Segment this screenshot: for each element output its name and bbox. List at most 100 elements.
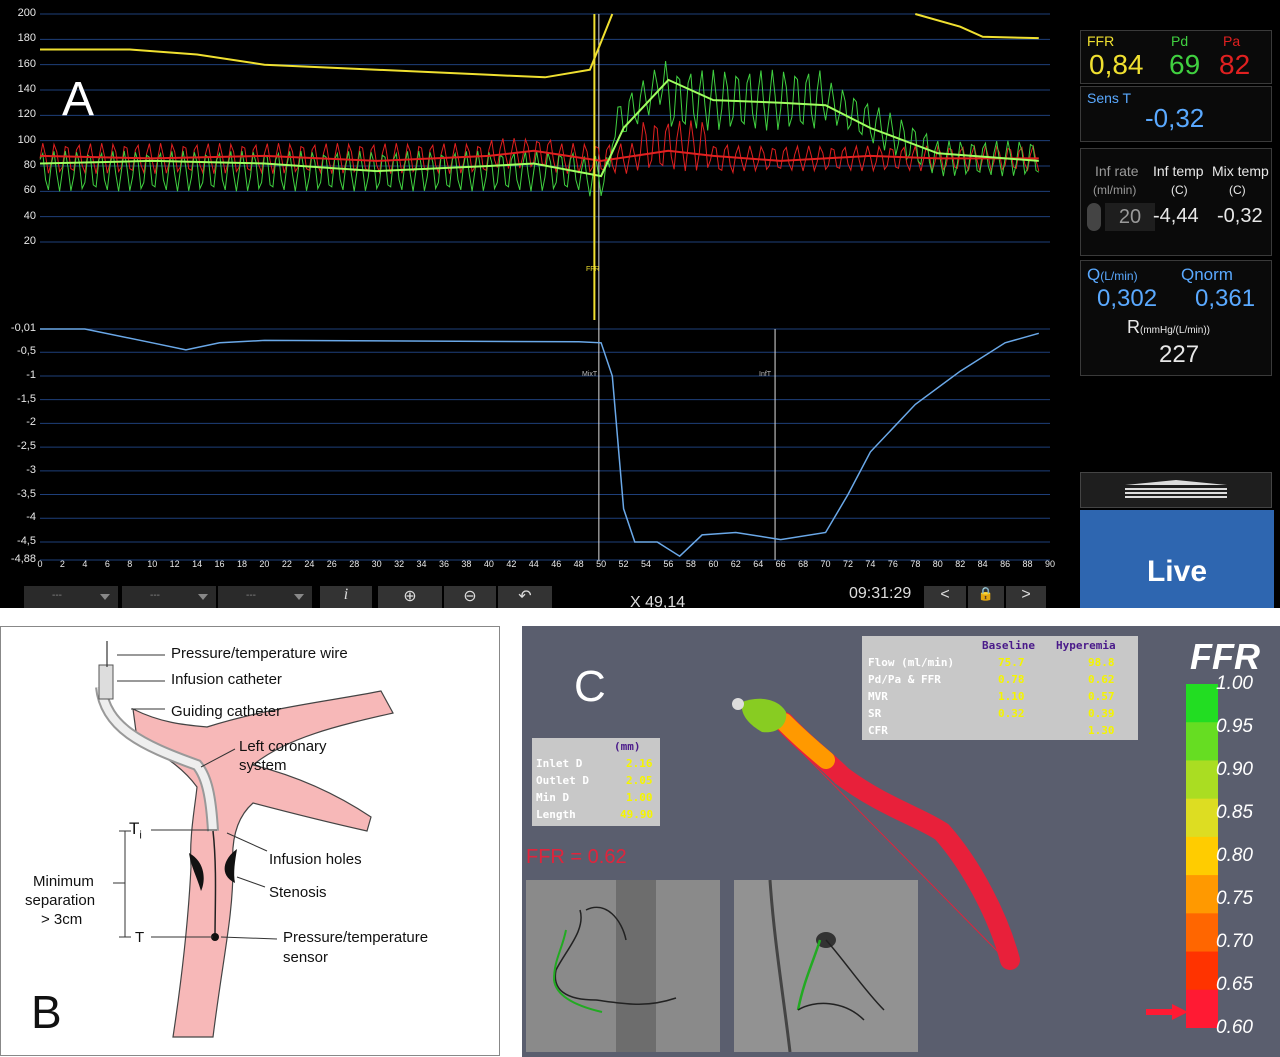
cursor-readout: X 49,14 bbox=[630, 594, 686, 611]
dropdown-3[interactable]: --- bbox=[218, 586, 312, 608]
x-tick-label: 44 bbox=[528, 559, 539, 569]
lock-button[interactable]: 🔒 bbox=[968, 586, 1004, 608]
scale-tick-label: 1.00 bbox=[1216, 673, 1253, 694]
y-tick-label: 140 bbox=[17, 83, 36, 95]
lock-icon: 🔒 bbox=[977, 586, 995, 601]
infusion-catheter-hub bbox=[98, 664, 114, 700]
scale-title: FFR bbox=[1190, 636, 1260, 677]
wire-label: Pressure/temperature wire bbox=[171, 645, 348, 662]
r-value: 227 bbox=[1159, 341, 1200, 368]
infusion-holes-label: Infusion holes bbox=[269, 851, 362, 868]
inf-rate-unit: (ml/min) bbox=[1093, 183, 1137, 197]
zoom-in-button[interactable]: ⊕ bbox=[378, 586, 442, 608]
panel-a-label: A bbox=[62, 73, 95, 126]
scale-tick-label: 0.90 bbox=[1216, 759, 1253, 780]
zoom-in-icon: ⊕ bbox=[403, 588, 417, 605]
q-unit: (L/min) bbox=[1100, 269, 1138, 283]
next-button[interactable]: > bbox=[1006, 586, 1046, 608]
x-tick-label: 14 bbox=[192, 559, 203, 569]
infusion-catheter-label: Infusion catheter bbox=[171, 671, 282, 688]
sensor-label-1: Pressure/temperature bbox=[283, 929, 429, 946]
expand-arrow-icon bbox=[1125, 480, 1227, 498]
x-tick-label: 36 bbox=[438, 559, 449, 569]
flow-resistance-box: Q(L/min) Qnorm 0,302 0,361 R(mmHg/(L/min… bbox=[1080, 260, 1272, 376]
scale-segment bbox=[1186, 951, 1218, 991]
x-tick-label: 80 bbox=[932, 559, 943, 569]
inf-marker-label: InfT bbox=[759, 371, 772, 378]
y-tick-label: -0,5 bbox=[17, 345, 36, 358]
previous-button[interactable]: < bbox=[924, 586, 966, 608]
x-tick-label: 86 bbox=[1000, 559, 1011, 569]
scale-tick-label: 0.70 bbox=[1216, 931, 1253, 952]
ti-subscript: i bbox=[139, 829, 142, 842]
mix-marker-label: MixT bbox=[582, 371, 598, 378]
expand-panel-button[interactable] bbox=[1080, 472, 1272, 508]
chevron-down-icon bbox=[294, 594, 304, 600]
min-separation-label-3: > 3cm bbox=[41, 911, 83, 928]
x-tick-label: 58 bbox=[685, 559, 696, 569]
sens-t-value: -0,32 bbox=[1145, 103, 1205, 133]
x-tick-label: 88 bbox=[1022, 559, 1033, 569]
live-button[interactable]: Live bbox=[1080, 510, 1274, 608]
min-separation-label-2: separation bbox=[25, 892, 96, 909]
t-label: T bbox=[135, 929, 145, 946]
stenosis-label: Stenosis bbox=[269, 884, 327, 901]
x-tick-label: 16 bbox=[214, 559, 225, 569]
y-tick-label: 120 bbox=[17, 108, 36, 121]
panel-a-monitor: 200 180 160 140 120 100 80 60 40 20 -0,01 -0,5 -1 -1,… bbox=[0, 0, 1280, 611]
x-tick-label: 62 bbox=[730, 559, 741, 569]
x-tick-label: 34 bbox=[416, 559, 427, 569]
inf-rate-label: Inf rate bbox=[1095, 163, 1139, 179]
x-tick-label: 90 bbox=[1044, 559, 1055, 569]
pd-label: Pd bbox=[1171, 33, 1189, 49]
temperature-trace bbox=[40, 328, 1040, 558]
ti-label: Ti bbox=[129, 819, 142, 841]
scale-segment bbox=[1186, 760, 1218, 800]
x-tick-label: 6 bbox=[104, 559, 110, 569]
left-coronary-label-2: system bbox=[239, 757, 287, 774]
dropdown-3-value: --- bbox=[246, 590, 256, 601]
scale-segment bbox=[1186, 684, 1218, 723]
r-label-text: R bbox=[1127, 317, 1140, 337]
x-tick-label: 10 bbox=[147, 559, 158, 569]
inf-rate-stepper[interactable] bbox=[1087, 203, 1101, 231]
y-tick-label: 20 bbox=[23, 235, 36, 247]
inf-temp-label: Inf temp bbox=[1153, 163, 1204, 179]
pd-value: 69 bbox=[1169, 49, 1201, 80]
inf-rate-input[interactable]: 20 bbox=[1105, 203, 1155, 231]
pd-mean-trace bbox=[39, 78, 1039, 178]
info-button[interactable]: i bbox=[320, 586, 372, 608]
scale-tick-label: 0.65 bbox=[1216, 974, 1253, 995]
undo-button[interactable]: ↶ bbox=[498, 586, 552, 608]
x-tick-label: 76 bbox=[887, 559, 898, 569]
x-tick-label: 2 bbox=[59, 559, 65, 569]
scale-tick-label: 0.85 bbox=[1216, 802, 1253, 823]
x-tick-label: 48 bbox=[573, 559, 584, 569]
mix-temp-label: Mix temp bbox=[1212, 163, 1269, 179]
sensor-pointer bbox=[220, 936, 278, 940]
angiogram-left-image bbox=[526, 880, 720, 1052]
ffr-label: FFR bbox=[1087, 33, 1115, 49]
chevron-left-icon: < bbox=[940, 586, 950, 603]
y-tick-label: -0,01 bbox=[10, 322, 36, 334]
panel-c-model: C Baseline Hyperemia Flow (ml/min) 75.7 … bbox=[522, 626, 1280, 1057]
x-tick-label: 46 bbox=[551, 559, 562, 569]
y-tick-label: -1,5 bbox=[17, 392, 36, 405]
sens-t-box: Sens T -0,32 bbox=[1080, 86, 1272, 142]
arrow-right-icon bbox=[1146, 1004, 1188, 1020]
q-label-text: Q bbox=[1087, 265, 1101, 284]
y-tick-label: -3 bbox=[26, 463, 36, 476]
pd-trace bbox=[39, 60, 1040, 197]
y-tick-label: 200 bbox=[17, 7, 36, 19]
dropdown-2[interactable]: --- bbox=[122, 586, 216, 608]
x-tick-label: 72 bbox=[842, 559, 853, 569]
x-tick-label: 82 bbox=[955, 559, 966, 569]
dropdown-1[interactable]: --- bbox=[24, 586, 118, 608]
chevron-down-icon bbox=[100, 594, 110, 600]
stenosis-pointer bbox=[236, 876, 266, 888]
zoom-out-button[interactable]: ⊖ bbox=[444, 586, 496, 608]
y-tick-label: 40 bbox=[23, 209, 36, 222]
x-tick-label: 54 bbox=[640, 559, 651, 569]
x-tick-label: 0 bbox=[37, 559, 43, 569]
y-tick-label: 160 bbox=[17, 57, 36, 70]
